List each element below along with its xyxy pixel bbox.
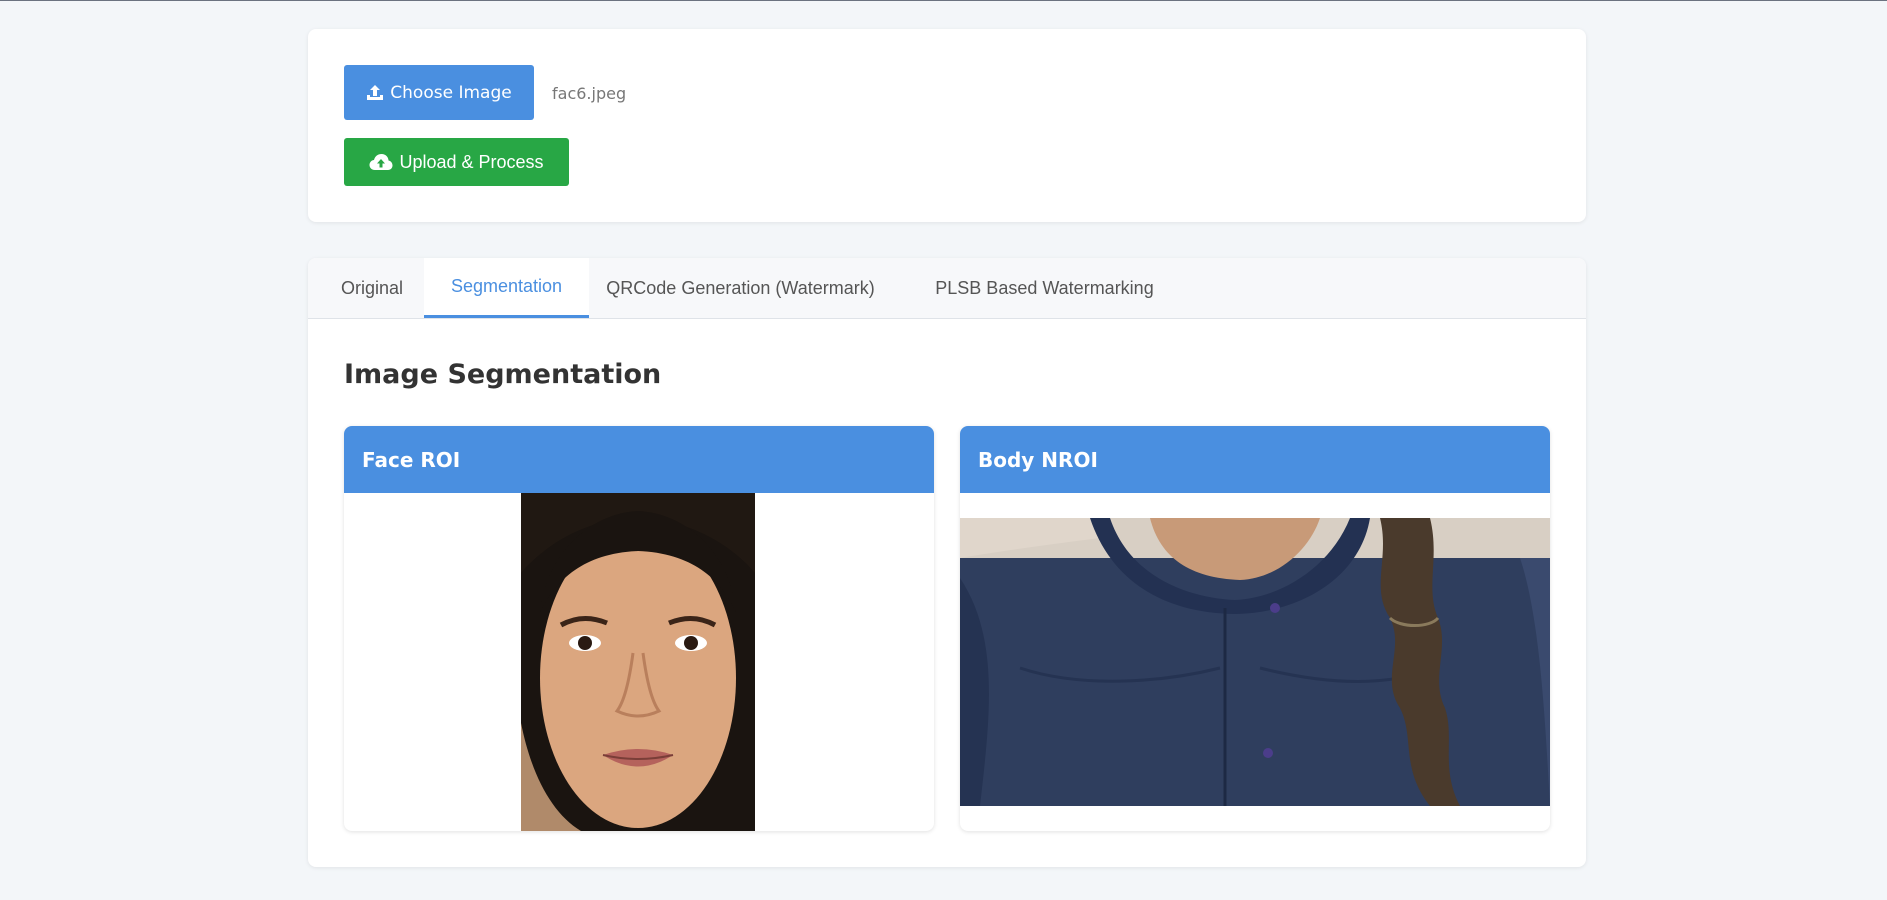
tab-original[interactable]: Original [324,258,420,319]
face-roi-header: Face ROI [344,426,934,493]
selected-file-name: fac6.jpeg [552,84,627,103]
choose-image-button[interactable]: Choose Image [344,65,534,120]
body-nroi-header: Body NROI [960,426,1550,493]
results-card: Original Segmentation QRCode Generation … [308,258,1586,867]
upload-card: Choose Image fac6.jpeg Upload & Process [308,29,1586,222]
tab-qrcode-generation[interactable]: QRCode Generation (Watermark) [598,258,883,319]
body-nroi-image [960,518,1550,806]
face-roi-panel: Face ROI [344,426,934,831]
upload-icon [366,84,384,102]
upload-process-label: Upload & Process [399,151,544,172]
section-title: Image Segmentation [344,359,662,390]
cloud-upload-icon [369,153,393,171]
body-nroi-panel: Body NROI [960,426,1550,831]
tab-plsb-watermarking[interactable]: PLSB Based Watermarking [932,258,1157,319]
tab-bar: Original Segmentation QRCode Generation … [308,258,1586,319]
top-border [0,0,1887,1]
upload-process-button[interactable]: Upload & Process [344,138,569,186]
choose-image-label: Choose Image [390,82,512,103]
face-roi-image [521,493,755,831]
tab-segmentation[interactable]: Segmentation [424,258,589,318]
